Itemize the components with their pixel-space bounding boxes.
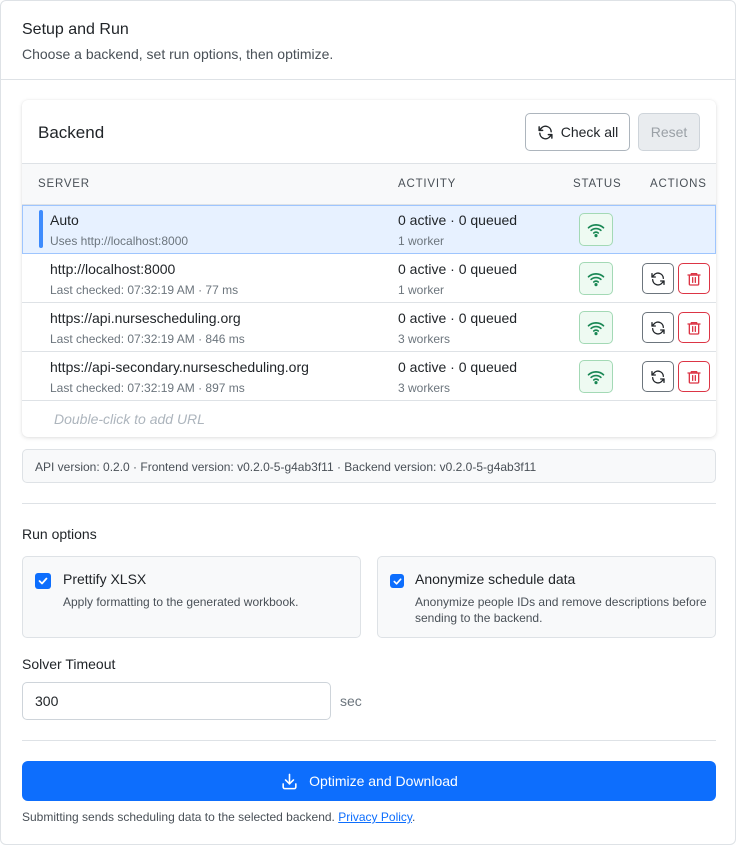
check-all-label: Check all [560,124,619,140]
optimize-download-label: Optimize and Download [309,773,458,789]
activity-count: 0 active · 0 queued [398,310,518,326]
footnote-end: . [412,810,416,824]
col-activity: ACTIVITY [398,178,457,190]
refresh-server-button[interactable] [642,263,674,294]
status-badge [579,213,613,246]
backend-table-header: SERVER ACTIVITY STATUS ACTIONS [22,163,716,205]
refresh-icon [651,320,665,335]
anonymize-label: Anonymize schedule data [415,571,576,587]
worker-count: 3 workers [398,381,451,395]
refresh-server-button[interactable] [642,312,674,343]
col-actions: ACTIONS [650,178,707,190]
wifi-icon [587,223,605,237]
version-info: API version: 0.2.0 · Frontend version: v… [22,449,716,483]
optimize-download-button[interactable]: Optimize and Download [22,761,716,801]
trash-icon [687,370,701,384]
status-badge [579,262,613,295]
wifi-icon [587,321,605,335]
server-detail: Last checked: 07:32:19 AM · 846 ms [50,332,245,346]
anonymize-desc: Anonymize people IDs and remove descript… [415,594,707,626]
setup-card: Setup and Run Choose a backend, set run … [0,0,736,845]
backend-row[interactable]: https://api-secondary.nursescheduling.or… [22,352,716,401]
solver-timeout-label: Solver Timeout [22,656,116,672]
worker-count: 1 worker [398,283,445,297]
worker-count: 1 worker [398,234,445,248]
check-icon [38,577,48,585]
wifi-icon [587,272,605,286]
check-all-button[interactable]: Check all [525,113,630,151]
status-badge [579,311,613,344]
delete-server-button[interactable] [678,361,710,392]
footnote-text: Submitting sends scheduling data to the … [22,810,339,824]
privacy-footnote: Submitting sends scheduling data to the … [22,810,415,824]
download-icon [282,773,297,789]
anonymize-desc-line: Anonymize people IDs and remove descript… [415,595,707,609]
prettify-option[interactable]: Prettify XLSX Apply formatting to the ge… [22,556,361,638]
add-url-row[interactable]: Double-click to add URL [54,411,205,427]
card-header: Setup and Run Choose a backend, set run … [1,1,735,80]
refresh-icon [651,369,665,384]
server-name: http://localhost:8000 [50,261,176,277]
anonymize-option[interactable]: Anonymize schedule data Anonymize people… [377,556,716,638]
page-subtitle: Choose a backend, set run options, then … [22,46,334,62]
activity-count: 0 active · 0 queued [398,359,518,375]
server-detail: Last checked: 07:32:19 AM · 897 ms [50,381,245,395]
solver-timeout-input[interactable] [22,682,331,720]
run-options-title: Run options [22,526,97,542]
col-server: SERVER [38,178,90,190]
activity-count: 0 active · 0 queued [398,212,518,228]
prettify-desc: Apply formatting to the generated workbo… [63,595,299,609]
divider [22,740,716,741]
server-detail: Uses http://localhost:8000 [50,234,189,248]
col-status: STATUS [573,178,622,190]
selection-indicator [39,210,43,248]
refresh-server-button[interactable] [642,361,674,392]
wifi-icon [587,370,605,384]
timeout-unit: sec [340,693,362,709]
check-icon [392,577,402,585]
refresh-icon [651,271,665,286]
page-title: Setup and Run [22,21,129,38]
anonymize-desc-line: sending to the backend. [415,611,543,625]
backend-row[interactable]: http://localhost:8000 Last checked: 07:3… [22,254,716,303]
anonymize-checkbox[interactable] [390,574,404,588]
activity-count: 0 active · 0 queued [398,261,518,277]
status-badge [579,360,613,393]
server-name: https://api.nursescheduling.org [50,310,241,326]
server-detail: Last checked: 07:32:19 AM · 77 ms [50,283,239,297]
privacy-policy-link[interactable]: Privacy Policy [338,810,412,824]
prettify-label: Prettify XLSX [63,571,147,587]
refresh-icon [538,125,553,139]
backend-panel: Backend Check all Reset SERVER ACTIVITY … [22,100,716,437]
server-name: Auto [50,212,79,228]
divider [22,503,716,504]
prettify-checkbox[interactable] [35,573,51,589]
delete-server-button[interactable] [678,263,710,294]
server-name: https://api-secondary.nursescheduling.or… [50,359,309,375]
backend-row[interactable]: https://api.nursescheduling.org Last che… [22,303,716,352]
backend-title: Backend [38,123,105,142]
trash-icon [687,272,701,286]
reset-button[interactable]: Reset [638,113,700,151]
delete-server-button[interactable] [678,312,710,343]
backend-row-auto[interactable]: Auto Uses http://localhost:8000 0 active… [22,205,716,254]
worker-count: 3 workers [398,332,451,346]
trash-icon [687,321,701,335]
